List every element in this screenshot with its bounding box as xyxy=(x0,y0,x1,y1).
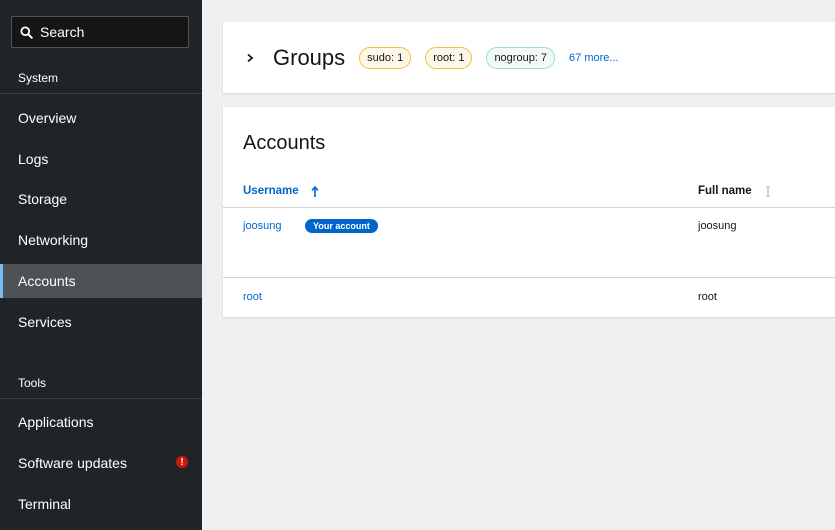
column-header-label: Username xyxy=(243,185,299,197)
row-divider xyxy=(223,207,835,208)
sidebar-item-label: Accounts xyxy=(18,273,76,289)
sidebar-item-label: Software updates xyxy=(18,455,127,471)
sidebar-item-accounts[interactable]: Accounts xyxy=(0,264,202,298)
username-link[interactable]: root xyxy=(243,291,262,303)
your-account-badge: Your account xyxy=(305,219,378,233)
accounts-title: Accounts xyxy=(243,132,326,154)
divider xyxy=(0,398,202,399)
groups-card: Groups sudo: 1 root: 1 nogroup: 7 67 mor… xyxy=(223,22,835,93)
accounts-card: Accounts Username Full name joosung Your… xyxy=(223,107,835,317)
sidebar-item-label: Storage xyxy=(18,191,68,207)
row-divider xyxy=(223,277,835,278)
sidebar: Search System Overview Logs Storage Netw… xyxy=(0,0,202,530)
column-header-label: Full name xyxy=(698,185,752,197)
alert-icon: ! xyxy=(176,456,188,468)
sidebar-item-label: Services xyxy=(18,314,72,330)
sidebar-item-label: Networking xyxy=(18,232,89,248)
divider xyxy=(0,93,202,94)
search-input[interactable]: Search xyxy=(11,16,189,48)
section-heading-tools: Tools xyxy=(18,376,47,390)
sidebar-item-terminal[interactable]: Terminal xyxy=(0,487,202,521)
sidebar-item-label: Overview xyxy=(18,110,77,126)
sort-ascending-icon xyxy=(311,185,319,197)
sort-icon xyxy=(765,185,770,197)
search-icon xyxy=(20,25,33,39)
sidebar-item-software-updates[interactable]: Software updates ! xyxy=(0,446,202,480)
sidebar-item-logs[interactable]: Logs xyxy=(0,142,202,176)
fullname-cell: joosung xyxy=(698,220,737,232)
group-chip-root[interactable]: root: 1 xyxy=(425,46,473,69)
section-heading-system: System xyxy=(18,71,59,85)
column-header-fullname[interactable]: Full name xyxy=(698,185,772,197)
group-chip-sudo[interactable]: sudo: 1 xyxy=(359,46,412,69)
sidebar-item-services[interactable]: Services xyxy=(0,305,202,339)
groups-title[interactable]: Groups xyxy=(273,45,345,71)
sidebar-item-applications[interactable]: Applications xyxy=(0,405,202,439)
chevron-right-icon[interactable] xyxy=(245,53,255,63)
sidebar-item-label: Logs xyxy=(18,151,49,167)
column-header-username[interactable]: Username xyxy=(243,185,319,197)
search-label: Search xyxy=(40,24,85,40)
sidebar-item-label: Applications xyxy=(18,414,94,430)
sidebar-item-label: Terminal xyxy=(18,496,71,512)
username-link[interactable]: joosung xyxy=(243,220,282,232)
more-groups-link[interactable]: 67 more... xyxy=(569,52,619,64)
sidebar-item-overview[interactable]: Overview xyxy=(0,101,202,135)
group-chip-nogroup[interactable]: nogroup: 7 xyxy=(486,46,556,69)
sidebar-item-networking[interactable]: Networking xyxy=(0,223,202,257)
sidebar-item-storage[interactable]: Storage xyxy=(0,182,202,216)
fullname-cell: root xyxy=(698,291,717,303)
